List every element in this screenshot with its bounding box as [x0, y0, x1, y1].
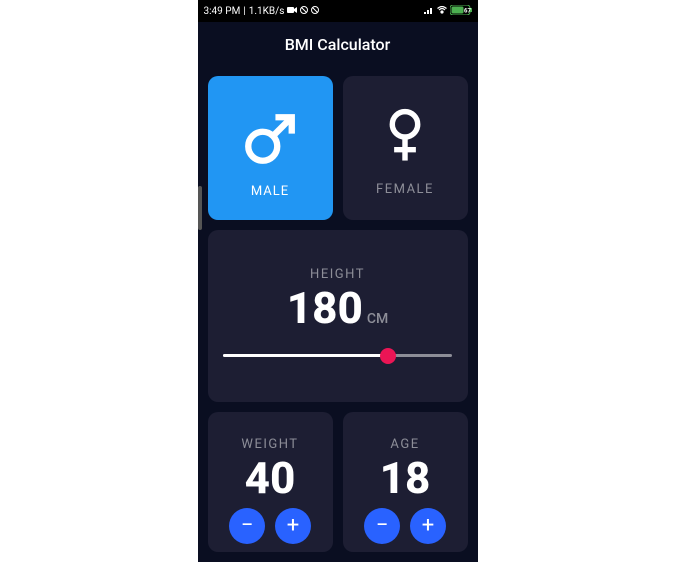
signal-icon: [424, 6, 434, 17]
gender-card-male[interactable]: MALE: [208, 76, 333, 220]
weight-minus-button[interactable]: −: [229, 508, 265, 544]
status-bar: 3:49 PM | 1.1KB/s 67: [198, 0, 478, 22]
stepper-row: WEIGHT 40 − + AGE 18 −: [208, 412, 468, 552]
minus-icon: −: [376, 513, 389, 538]
female-icon: [381, 108, 429, 170]
height-title: HEIGHT: [310, 267, 365, 282]
content-area: MALE FEMALE HEIGHT 180 CM: [198, 66, 478, 562]
status-separator: |: [243, 6, 245, 17]
height-value-row: 180 CM: [287, 286, 389, 330]
weight-buttons: − +: [229, 508, 311, 544]
male-icon: [241, 110, 299, 172]
battery-icon: 67: [450, 5, 472, 18]
slider-track: [223, 354, 452, 357]
app-title: BMI Calculator: [285, 35, 391, 54]
age-minus-button[interactable]: −: [364, 508, 400, 544]
plus-icon: +: [287, 513, 299, 538]
minus-icon: −: [241, 513, 254, 538]
camera-icon: [287, 6, 297, 17]
height-card: HEIGHT 180 CM: [208, 230, 468, 402]
height-unit: CM: [367, 311, 388, 327]
height-number: 180: [287, 286, 363, 330]
app-screen: 3:49 PM | 1.1KB/s 67 BMI: [198, 0, 478, 562]
slider-fill: [223, 354, 388, 357]
weight-card: WEIGHT 40 − +: [208, 412, 333, 552]
scroll-indicator: [198, 186, 202, 230]
height-slider[interactable]: [223, 346, 452, 366]
male-label: MALE: [251, 184, 289, 199]
status-right: 67: [424, 5, 472, 18]
weight-value: 40: [245, 456, 296, 500]
plus-icon: +: [422, 513, 434, 538]
age-buttons: − +: [364, 508, 446, 544]
status-time: 3:49 PM: [204, 6, 241, 17]
weight-plus-button[interactable]: +: [275, 508, 311, 544]
female-label: FEMALE: [376, 182, 434, 197]
dnd-icon-2: [311, 6, 319, 17]
slider-thumb[interactable]: [380, 348, 396, 364]
age-card: AGE 18 − +: [343, 412, 468, 552]
gender-card-female[interactable]: FEMALE: [343, 76, 468, 220]
wifi-icon: [437, 6, 447, 17]
weight-title: WEIGHT: [241, 437, 298, 452]
dnd-icon: [300, 6, 308, 17]
app-bar: BMI Calculator: [198, 22, 478, 66]
age-value: 18: [380, 456, 431, 500]
age-title: AGE: [390, 437, 419, 452]
svg-text:67: 67: [464, 7, 471, 14]
gender-row: MALE FEMALE: [208, 76, 468, 220]
status-left: 3:49 PM | 1.1KB/s: [204, 6, 320, 17]
age-plus-button[interactable]: +: [410, 508, 446, 544]
status-network: 1.1KB/s: [249, 6, 285, 17]
